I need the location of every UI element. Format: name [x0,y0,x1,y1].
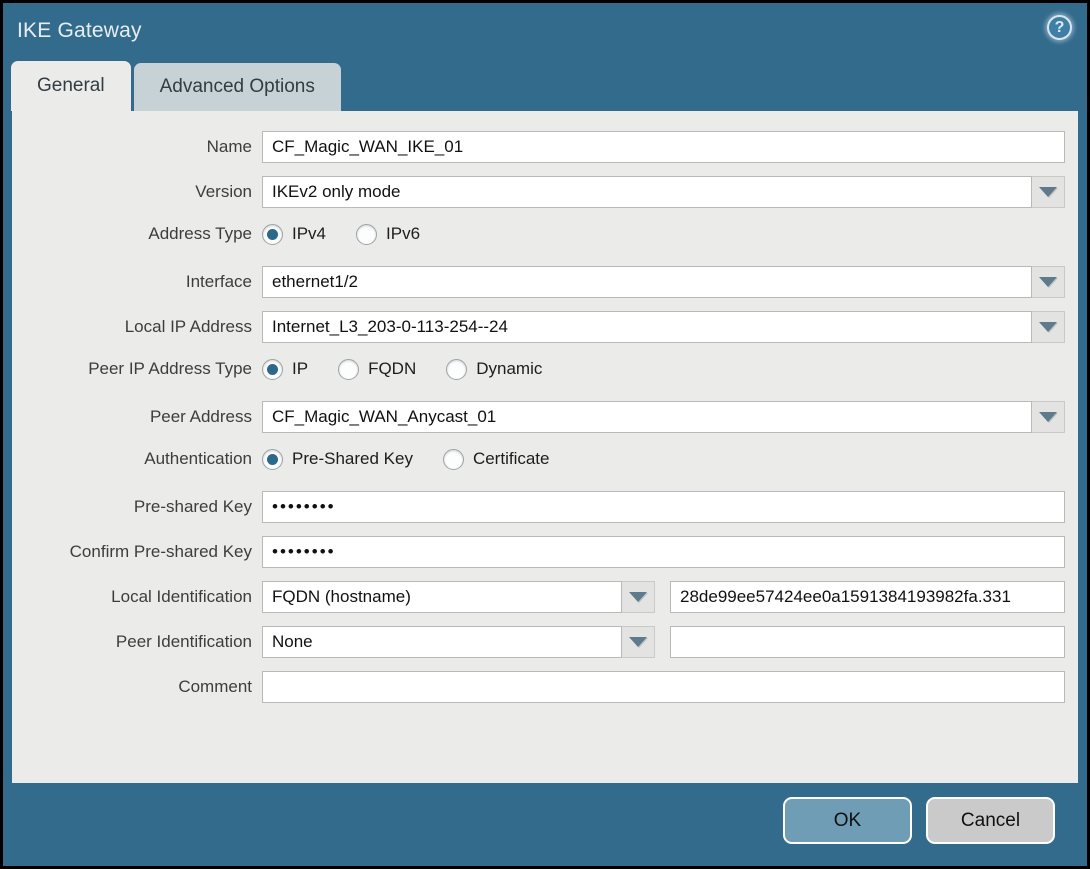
radio-peer-dynamic[interactable]: Dynamic [446,358,543,380]
dialog-footer: OK Cancel [3,783,1087,866]
form-row-version: Version [12,176,1065,208]
version-dropdown-button[interactable] [1032,176,1065,208]
ike-gateway-dialog: IKE Gateway ? General Advanced Options N… [0,0,1090,869]
dialog-titlebar: IKE Gateway ? [3,3,1087,59]
radio-ipv6-label: IPv6 [386,224,421,243]
peer-identification-type-select[interactable] [262,626,622,658]
confirm-pre-shared-key-label: Confirm Pre-shared Key [69,542,252,561]
peer-identification-value-input[interactable] [670,626,1065,658]
radio-ipv4-control[interactable] [262,223,283,245]
form-row-confirm-pre-shared-key: Confirm Pre-shared Key [12,536,1065,568]
peer-address-select[interactable] [262,401,1032,433]
local-identification-value-input[interactable] [670,581,1065,613]
version-select[interactable] [262,176,1032,208]
pre-shared-key-input[interactable] [262,491,1065,523]
cancel-button[interactable]: Cancel [926,797,1055,844]
ok-button[interactable]: OK [783,797,912,844]
radio-peer-dynamic-control[interactable] [446,358,468,380]
comment-label: Comment [178,677,252,696]
form-row-pre-shared-key: Pre-shared Key [12,491,1065,523]
peer-address-label: Peer Address [149,407,252,426]
form-row-name: Name [12,131,1065,163]
address-type-label: Address Type [148,224,252,243]
chevron-down-icon [1039,322,1057,332]
dialog-frame: IKE Gateway ? General Advanced Options N… [3,3,1087,866]
chevron-down-icon [1039,277,1057,287]
radio-ipv4[interactable]: IPv4 [262,223,327,245]
peer-ip-type-label: Peer IP Address Type [88,359,252,378]
form-row-address-type: Address Type IPv4 IPv6 [12,221,1065,247]
local-ip-dropdown-button[interactable] [1032,311,1065,343]
radio-peer-dynamic-label: Dynamic [476,359,543,378]
form-row-local-ip: Local IP Address [12,311,1065,343]
authentication-label: Authentication [144,449,252,468]
chevron-down-icon [629,637,647,647]
local-identification-type-select[interactable] [262,581,622,613]
form-panel: Name Version Address Type [12,111,1078,783]
chevron-down-icon [629,592,647,602]
tab-general[interactable]: General [11,61,131,111]
form-row-peer-address: Peer Address [12,401,1065,433]
chevron-down-icon [1039,412,1057,422]
local-identification-dropdown-button[interactable] [622,581,655,613]
radio-ipv4-label: IPv4 [292,224,327,243]
radio-certificate-control[interactable] [442,448,464,470]
tab-bar: General Advanced Options [3,59,1087,111]
radio-peer-fqdn-control[interactable] [338,358,360,380]
name-input[interactable] [262,131,1065,163]
dialog-title: IKE Gateway [17,19,142,42]
radio-peer-ip-label: IP [292,359,309,378]
interface-select[interactable] [262,266,1032,298]
peer-identification-label: Peer Identification [115,632,252,651]
name-label: Name [206,137,252,156]
radio-certificate[interactable]: Certificate [442,448,550,470]
local-identification-label: Local Identification [111,587,252,606]
tab-advanced-options[interactable]: Advanced Options [133,63,341,111]
interface-label: Interface [185,272,252,291]
comment-input[interactable] [262,671,1065,703]
pre-shared-key-label: Pre-shared Key [133,497,252,516]
peer-identification-dropdown-button[interactable] [622,626,655,658]
chevron-down-icon [1039,187,1057,197]
form-row-peer-identification: Peer Identification [12,626,1065,658]
local-ip-select[interactable] [262,311,1032,343]
form-row-interface: Interface [12,266,1065,298]
radio-certificate-label: Certificate [472,449,550,468]
form-row-authentication: Authentication Pre-Shared Key Certificat… [12,446,1065,472]
form-row-local-identification: Local Identification [12,581,1065,613]
radio-peer-fqdn[interactable]: FQDN [338,358,417,380]
version-label: Version [195,182,252,201]
radio-pre-shared-key-control[interactable] [262,448,283,470]
radio-peer-ip-control[interactable] [262,358,283,380]
radio-pre-shared-key[interactable]: Pre-Shared Key [262,448,413,470]
form-row-comment: Comment [12,671,1065,703]
radio-peer-ip[interactable]: IP [262,358,309,380]
form-row-peer-ip-type: Peer IP Address Type IP FQDN Dynamic [12,356,1065,382]
radio-ipv6-control[interactable] [356,223,378,245]
radio-ipv6[interactable]: IPv6 [356,223,421,245]
confirm-pre-shared-key-input[interactable] [262,536,1065,568]
radio-peer-fqdn-label: FQDN [368,359,417,378]
local-ip-label: Local IP Address [124,317,252,336]
help-icon[interactable]: ? [1047,15,1072,40]
interface-dropdown-button[interactable] [1032,266,1065,298]
radio-pre-shared-key-label: Pre-Shared Key [292,449,413,468]
peer-address-dropdown-button[interactable] [1032,401,1065,433]
